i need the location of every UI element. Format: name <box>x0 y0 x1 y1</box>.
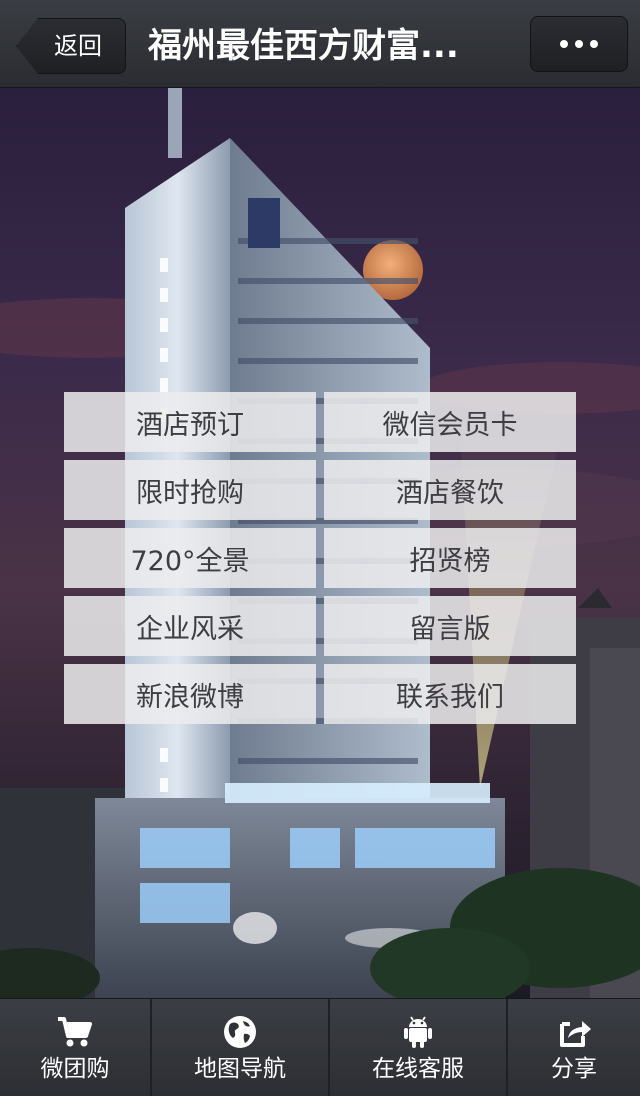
menu-grid: 酒店预订 微信会员卡 限时抢购 酒店餐饮 720°全景 招贤榜 企业风采 留言版… <box>64 392 576 724</box>
tab-label: 在线客服 <box>372 1056 464 1082</box>
menu-item-hotel-booking[interactable]: 酒店预订 <box>64 392 316 452</box>
share-icon <box>560 1021 591 1047</box>
more-button[interactable] <box>530 16 628 72</box>
tab-label: 地图导航 <box>194 1056 286 1082</box>
app-screen: 返回 福州最佳西方财富... 酒店预订 微信会员卡 限时抢购 酒店餐饮 720°… <box>0 0 640 1096</box>
menu-item-sina-weibo[interactable]: 新浪微博 <box>64 664 316 724</box>
page-title: 福州最佳西方财富... <box>148 26 459 66</box>
globe-icon <box>224 1016 256 1048</box>
android-icon <box>404 1016 432 1048</box>
cart-icon <box>58 1017 92 1047</box>
tab-label: 微团购 <box>40 1056 110 1082</box>
menu-item-wechat-member-card[interactable]: 微信会员卡 <box>324 392 576 452</box>
bottom-tab-bar: 微团购 地图导航 在线客服 分享 <box>0 998 640 1096</box>
top-nav-bar: 返回 福州最佳西方财富... <box>0 0 640 88</box>
menu-item-contact-us[interactable]: 联系我们 <box>324 664 576 724</box>
more-dots-icon <box>590 40 598 48</box>
tab-group-buy[interactable]: 微团购 <box>0 999 152 1096</box>
tab-label: 分享 <box>551 1056 597 1082</box>
menu-item-hotel-dining[interactable]: 酒店餐饮 <box>324 460 576 520</box>
tab-map-navigation[interactable]: 地图导航 <box>152 999 330 1096</box>
menu-item-message-board[interactable]: 留言版 <box>324 596 576 656</box>
menu-item-flash-sale[interactable]: 限时抢购 <box>64 460 316 520</box>
more-dots-icon <box>560 40 568 48</box>
tab-share[interactable]: 分享 <box>508 999 640 1096</box>
menu-item-company-style[interactable]: 企业风采 <box>64 596 316 656</box>
tab-online-service[interactable]: 在线客服 <box>330 999 508 1096</box>
menu-item-720-panorama[interactable]: 720°全景 <box>64 528 316 588</box>
more-dots-icon <box>575 40 583 48</box>
back-button[interactable]: 返回 <box>16 18 126 74</box>
menu-item-recruitment[interactable]: 招贤榜 <box>324 528 576 588</box>
